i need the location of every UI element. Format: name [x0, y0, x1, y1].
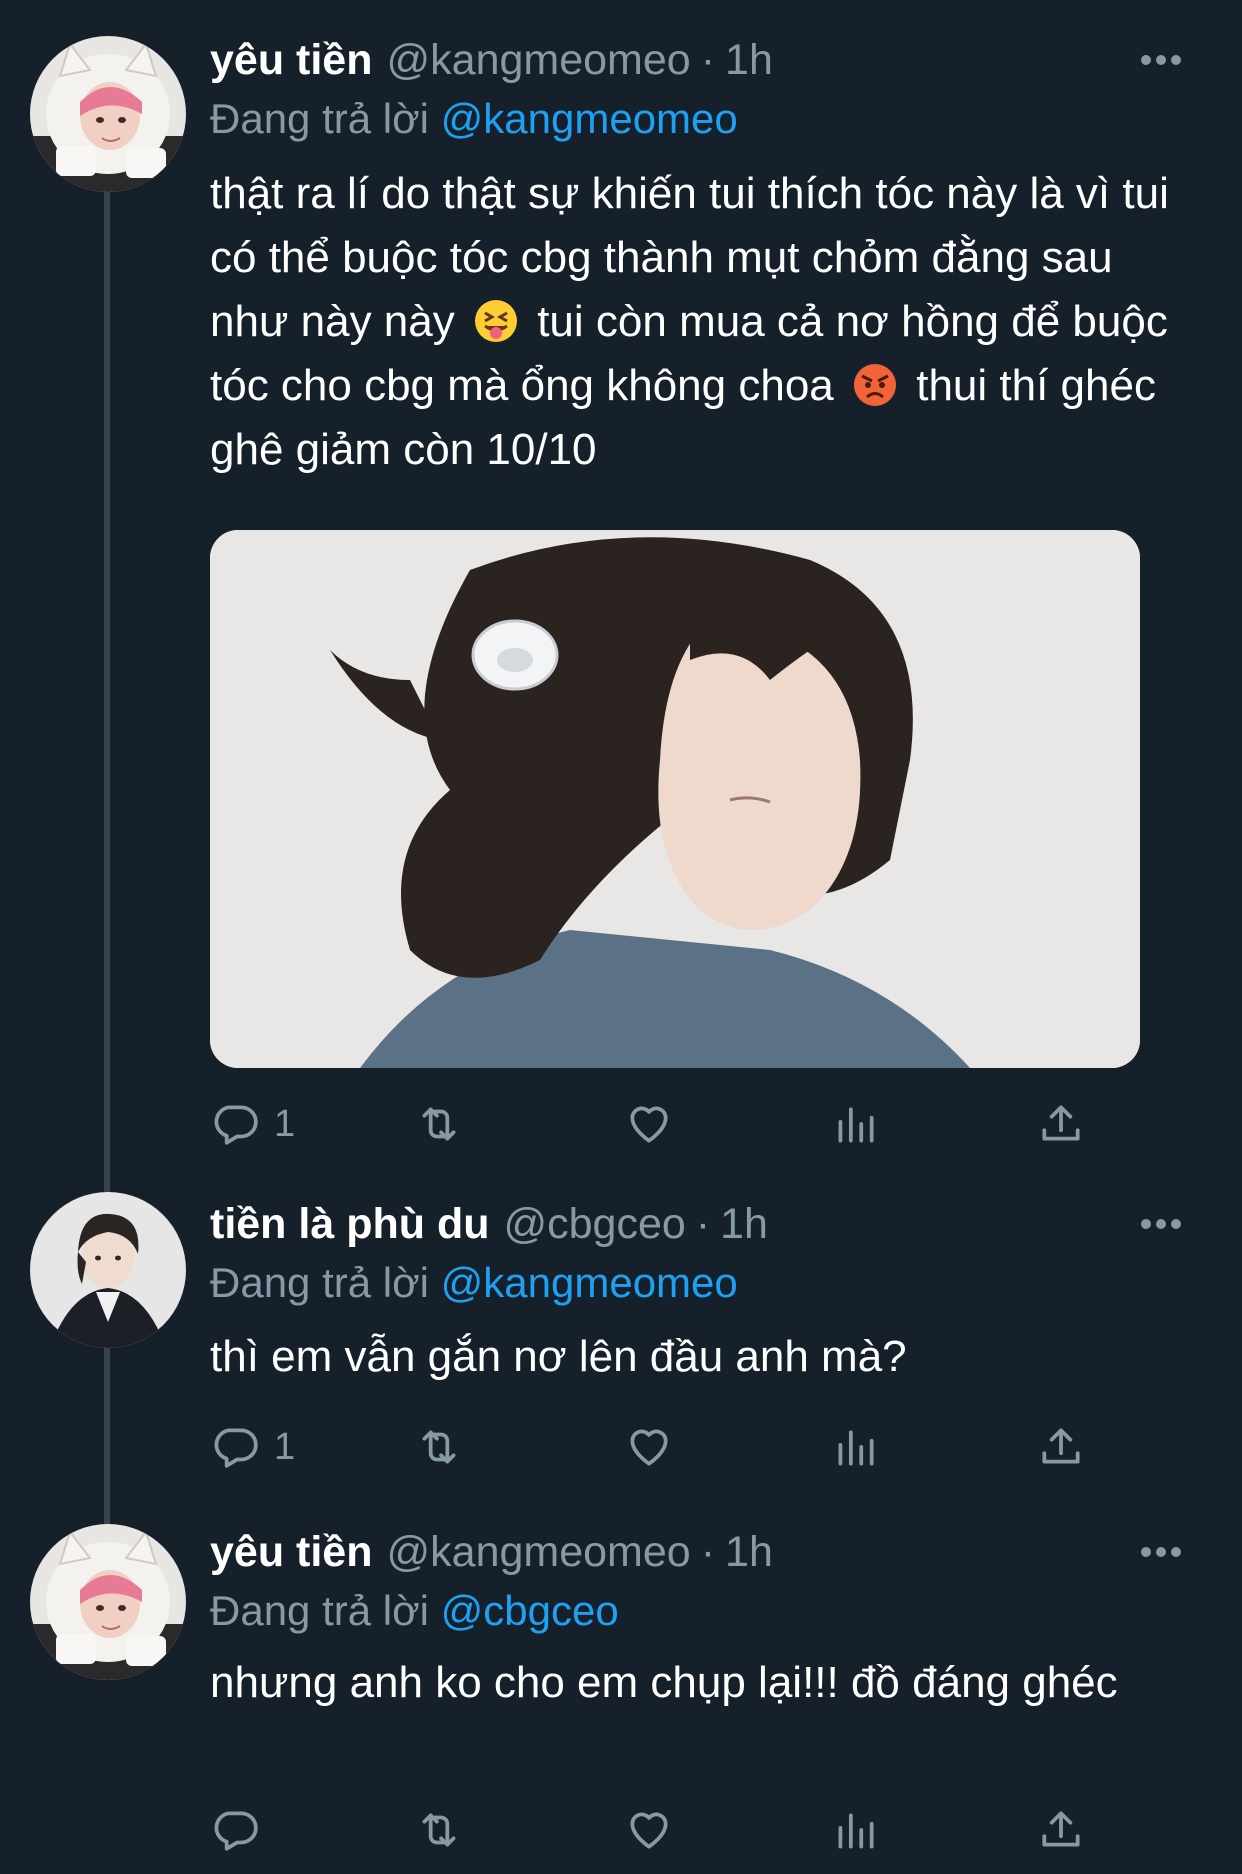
tweet-header: tiền là phù du @cbgceo · 1h: [210, 1194, 1182, 1254]
reply-button[interactable]: 1: [210, 1094, 295, 1154]
tweet-photo: [210, 530, 1140, 1068]
like-icon: [630, 1429, 668, 1466]
separator: ·: [700, 36, 716, 84]
reply-count: 1: [274, 1425, 296, 1468]
like-button[interactable]: [624, 1417, 674, 1477]
like-icon: [630, 1106, 668, 1143]
tweet-actions: [210, 1800, 1090, 1860]
analytics-icon: [838, 1430, 874, 1466]
share-icon: [1042, 1811, 1080, 1847]
like-button[interactable]: [624, 1800, 674, 1860]
mention-link[interactable]: @kangmeomeo: [441, 1259, 738, 1306]
squinting-face-with-tongue-icon: [474, 300, 517, 342]
share-button[interactable]: [1036, 1417, 1086, 1477]
angry-face-icon: [854, 364, 896, 406]
more-icon[interactable]: [1122, 1522, 1182, 1582]
share-button[interactable]: [1036, 1800, 1086, 1860]
mention-link[interactable]: @cbgceo: [441, 1587, 619, 1634]
tweet[interactable]: tiền là phù du @cbgceo · 1h Đang trả lời…: [0, 1192, 1242, 1492]
username[interactable]: @cbgceo: [503, 1194, 685, 1254]
avatar[interactable]: [30, 1524, 186, 1680]
tweet-header: yêu tiền @kangmeomeo · 1h: [210, 30, 1182, 90]
avatar-image: [30, 1192, 186, 1348]
share-icon: [1042, 1428, 1080, 1464]
username[interactable]: @kangmeomeo: [387, 30, 691, 90]
replying-to-label: Đang trả lời: [210, 1259, 429, 1306]
reply-icon: [214, 1105, 258, 1145]
share-icon: [1042, 1105, 1080, 1141]
replying-to-label: Đang trả lời: [210, 95, 429, 142]
retweet-icon: [422, 1430, 456, 1464]
reply-button[interactable]: [210, 1800, 274, 1860]
avatar-image: [30, 1524, 186, 1680]
analytics-button[interactable]: [830, 1800, 880, 1860]
reply-icon: [214, 1811, 258, 1851]
analytics-button[interactable]: [830, 1417, 880, 1477]
share-button[interactable]: [1036, 1094, 1086, 1154]
timestamp[interactable]: 1h: [720, 1194, 768, 1254]
analytics-button[interactable]: [830, 1094, 880, 1154]
like-icon: [630, 1812, 668, 1849]
tweet[interactable]: yêu tiền @kangmeomeo · 1h Đang trả lời @…: [0, 30, 1242, 1170]
tweet-text: nhưng anh ko cho em chụp lại!!! đồ đáng …: [210, 1658, 1118, 1707]
display-name[interactable]: tiền là phù du: [210, 1194, 489, 1254]
username[interactable]: @kangmeomeo: [387, 1522, 691, 1582]
separator: ·: [700, 1528, 716, 1576]
replying-to: Đang trả lời @kangmeomeo: [210, 1254, 1182, 1312]
separator: ·: [695, 1200, 711, 1248]
retweet-button[interactable]: [414, 1094, 464, 1154]
avatar[interactable]: [30, 1192, 186, 1348]
replying-to: Đang trả lời @cbgceo: [210, 1582, 1182, 1640]
retweet-button[interactable]: [414, 1800, 464, 1860]
tweet-actions: 1: [210, 1417, 1090, 1477]
more-icon[interactable]: [1122, 30, 1182, 90]
display-name[interactable]: yêu tiền: [210, 30, 373, 90]
tweet-actions: 1: [210, 1094, 1090, 1154]
replying-to-label: Đang trả lời: [210, 1587, 429, 1634]
more-icon[interactable]: [1122, 1194, 1182, 1254]
tweet-text: thật ra lí do thật sự khiến tui thích tó…: [210, 162, 1182, 482]
reply-count: 1: [274, 1102, 296, 1145]
reply-icon: [214, 1428, 258, 1468]
retweet-button[interactable]: [414, 1417, 464, 1477]
tweet-header: yêu tiền @kangmeomeo · 1h: [210, 1522, 1182, 1582]
mention-link[interactable]: @kangmeomeo: [441, 95, 738, 142]
display-name[interactable]: yêu tiền: [210, 1522, 373, 1582]
timestamp[interactable]: 1h: [725, 1522, 773, 1582]
avatar-image: [30, 36, 186, 192]
tweet-media[interactable]: [210, 530, 1140, 1068]
tweet[interactable]: yêu tiền @kangmeomeo · 1h Đang trả lời @…: [0, 1520, 1242, 1874]
replying-to: Đang trả lời @kangmeomeo: [210, 90, 1182, 148]
retweet-icon: [422, 1107, 456, 1141]
timeline: yêu tiền @kangmeomeo · 1h Đang trả lời @…: [0, 0, 1242, 1874]
avatar[interactable]: [30, 36, 186, 192]
timestamp[interactable]: 1h: [725, 30, 773, 90]
like-button[interactable]: [624, 1094, 674, 1154]
tweet-text: thì em vẫn gắn nơ lên đầu anh mà?: [210, 1332, 907, 1381]
analytics-icon: [838, 1813, 874, 1849]
reply-button[interactable]: 1: [210, 1417, 295, 1477]
analytics-icon: [838, 1107, 874, 1143]
retweet-icon: [422, 1813, 456, 1847]
